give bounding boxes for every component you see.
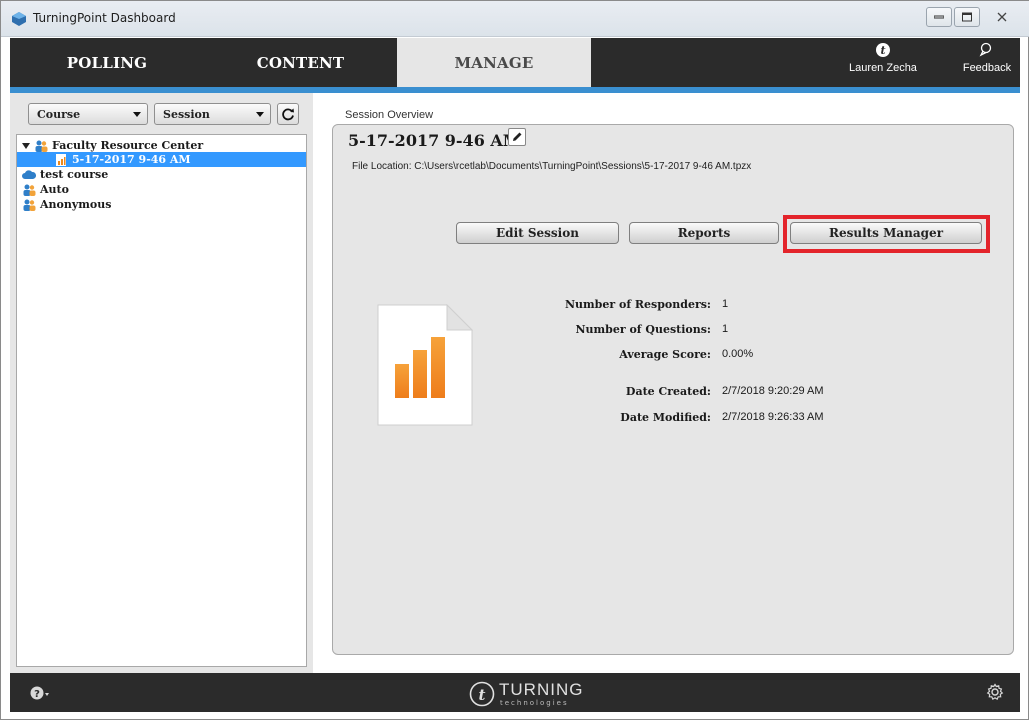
tree-item-label: test course (40, 168, 109, 181)
tab-manage[interactable]: MANAGE (397, 38, 591, 87)
session-file-icon (56, 153, 66, 166)
help-icon: ? (30, 686, 49, 700)
gear-icon (986, 683, 1004, 700)
stat-label-questions: Number of Questions: (575, 323, 711, 336)
stat-value-responders: 1 (722, 298, 729, 310)
tree-item-test-course[interactable]: test course (17, 167, 306, 182)
course-tree: Faculty Resource Center 5-17-2017 9-46 A… (16, 134, 307, 667)
svg-text:t: t (880, 44, 885, 57)
rename-session-button[interactable] (508, 128, 526, 146)
section-label: Session Overview (345, 109, 434, 121)
user-account[interactable]: t Lauren Zecha (843, 42, 923, 74)
bottom-bar: ? t TURNING technologies (10, 673, 1020, 712)
app-logo-icon (12, 12, 26, 26)
app-window: TurningPoint Dashboard POLLING CONTENT M… (0, 0, 1029, 720)
stat-value-date-modified: 2/7/2018 9:26:33 AM (722, 411, 824, 423)
chevron-down-icon (133, 112, 141, 117)
filter-row: Course Session (28, 103, 299, 125)
expand-arrow-icon[interactable] (22, 142, 30, 149)
tree-item-auto[interactable]: Auto (17, 182, 306, 197)
feedback-button[interactable]: Feedback (949, 42, 1025, 74)
user-icon: t (876, 43, 890, 57)
left-panel: Course Session Faculty Resource Center 5… (10, 93, 313, 673)
group-icon (23, 199, 36, 211)
reports-button[interactable]: Reports (629, 222, 779, 244)
maximize-icon (962, 12, 972, 22)
session-dropdown[interactable]: Session (154, 103, 271, 125)
course-dropdown-label: Course (37, 107, 81, 121)
settings-button[interactable] (986, 683, 1004, 705)
session-document-icon (377, 304, 473, 426)
stat-label-date-created: Date Created: (625, 385, 711, 398)
refresh-button[interactable] (277, 103, 299, 125)
stat-value-date-created: 2/7/2018 9:20:29 AM (722, 385, 824, 397)
tree-item-anonymous[interactable]: Anonymous (17, 197, 306, 212)
brand-subtitle: technologies (500, 699, 569, 707)
minimize-icon (934, 15, 944, 19)
close-button[interactable] (982, 7, 1022, 27)
edit-session-button[interactable]: Edit Session (456, 222, 619, 244)
group-icon (23, 184, 36, 196)
pencil-icon (513, 132, 522, 141)
top-nav: POLLING CONTENT MANAGE t Lauren Zecha Fe… (10, 38, 1020, 87)
turning-logo-icon: t (469, 681, 495, 706)
tree-item-label: Auto (40, 183, 69, 196)
cloud-icon (22, 169, 36, 179)
stat-value-questions: 1 (722, 323, 729, 335)
file-location: File Location: C:\Users\rcetlab\Document… (352, 161, 752, 172)
tree-item-session-selected[interactable]: 5-17-2017 9-46 AM (17, 152, 306, 167)
tree-item-label: Anonymous (40, 198, 112, 211)
stat-label-date-modified: Date Modified: (620, 411, 711, 424)
stat-label-responders: Number of Responders: (564, 298, 711, 311)
tree-item-faculty-resource-center[interactable]: Faculty Resource Center (17, 138, 306, 153)
minimize-button[interactable] (926, 7, 952, 27)
highlight-annotation (783, 215, 990, 253)
svg-text:?: ? (34, 689, 40, 700)
close-icon (997, 12, 1007, 22)
window-controls (926, 7, 1022, 27)
brand-name: TURNING (499, 680, 584, 699)
course-dropdown[interactable]: Course (28, 103, 148, 125)
feedback-label: Feedback (962, 62, 1012, 74)
tab-polling[interactable]: POLLING (10, 38, 204, 87)
session-title: 5-17-2017 9-46 AM (348, 131, 521, 150)
feedback-icon (979, 42, 992, 57)
maximize-button[interactable] (954, 7, 980, 27)
turning-brand: t TURNING technologies (469, 680, 583, 707)
refresh-icon (282, 108, 294, 121)
stat-label-average-score: Average Score: (619, 348, 711, 361)
tab-content[interactable]: CONTENT (204, 38, 397, 87)
title-bar: TurningPoint Dashboard (1, 1, 1029, 37)
session-dropdown-label: Session (163, 107, 210, 121)
group-icon (35, 140, 48, 152)
stat-value-average-score: 0.00% (722, 348, 754, 360)
tree-item-label: Faculty Resource Center (52, 139, 204, 152)
tree-item-label: 5-17-2017 9-46 AM (72, 153, 191, 166)
help-menu-button[interactable]: ? (30, 685, 50, 705)
window-title: TurningPoint Dashboard (33, 11, 176, 25)
svg-text:t: t (479, 686, 486, 704)
user-name: Lauren Zecha (849, 62, 917, 74)
chevron-down-icon (256, 112, 264, 117)
